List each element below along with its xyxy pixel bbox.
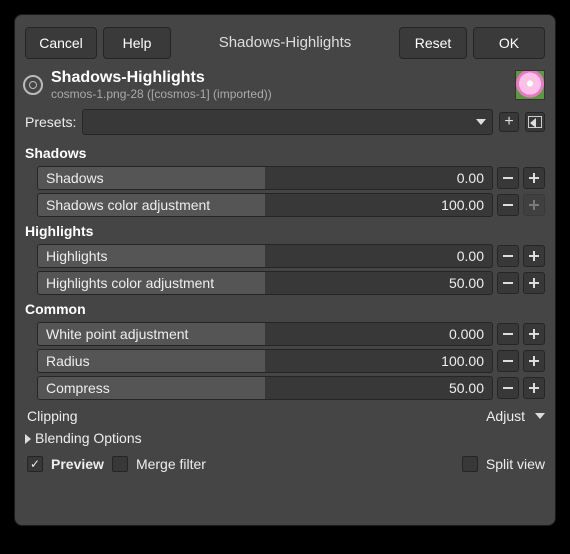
button-bar: Cancel Help Shadows-Highlights Reset OK bbox=[15, 15, 555, 69]
add-preset-button[interactable]: + bbox=[499, 112, 519, 132]
image-thumbnail bbox=[515, 70, 545, 100]
cancel-button[interactable]: Cancel bbox=[25, 27, 97, 59]
compress-slider[interactable]: Compress 50.00 bbox=[37, 376, 493, 400]
shadows-color-slider-label: Shadows color adjustment bbox=[46, 197, 210, 213]
plus-icon bbox=[528, 277, 540, 289]
clipping-label: Clipping bbox=[27, 408, 480, 424]
shadows-slider-label: Shadows bbox=[46, 170, 104, 186]
preview-checkbox[interactable] bbox=[27, 456, 43, 472]
minus-icon bbox=[502, 328, 514, 340]
shadows-color-increment bbox=[523, 194, 545, 216]
highlights-color-slider-label: Highlights color adjustment bbox=[46, 275, 214, 291]
compress-row: Compress 50.00 bbox=[15, 375, 555, 402]
compress-decrement[interactable] bbox=[497, 377, 519, 399]
shadows-slider-value: 0.00 bbox=[457, 170, 484, 186]
plus-icon bbox=[528, 328, 540, 340]
compress-slider-value: 50.00 bbox=[449, 380, 484, 396]
radius-row: Radius 100.00 bbox=[15, 348, 555, 375]
shadows-slider[interactable]: Shadows 0.00 bbox=[37, 166, 493, 190]
chevron-down-icon[interactable] bbox=[535, 413, 545, 419]
plus-icon bbox=[528, 250, 540, 262]
dialog-title-button: Shadows-Highlights bbox=[177, 27, 393, 59]
merge-filter-checkbox[interactable] bbox=[112, 456, 128, 472]
plus-icon bbox=[528, 199, 540, 211]
chevron-right-icon bbox=[25, 434, 31, 444]
highlights-row: Highlights 0.00 bbox=[15, 243, 555, 270]
compress-slider-label: Compress bbox=[46, 380, 110, 396]
shadows-decrement[interactable] bbox=[497, 167, 519, 189]
blending-label: Blending Options bbox=[35, 430, 142, 446]
preview-label: Preview bbox=[51, 456, 104, 472]
highlights-color-slider-value: 50.00 bbox=[449, 275, 484, 291]
shadows-highlights-dialog: Cancel Help Shadows-Highlights Reset OK … bbox=[14, 14, 556, 526]
presets-row: Presets: + bbox=[15, 107, 555, 141]
header-title: Shadows-Highlights bbox=[51, 69, 272, 87]
white-point-increment[interactable] bbox=[523, 323, 545, 345]
highlights-color-slider[interactable]: Highlights color adjustment 50.00 bbox=[37, 271, 493, 295]
radius-slider[interactable]: Radius 100.00 bbox=[37, 349, 493, 373]
clipping-value[interactable]: Adjust bbox=[486, 408, 525, 424]
split-view-label: Split view bbox=[486, 456, 545, 472]
plus-icon: + bbox=[504, 114, 513, 130]
highlights-color-decrement[interactable] bbox=[497, 272, 519, 294]
shadows-row: Shadows 0.00 bbox=[15, 165, 555, 192]
white-point-slider[interactable]: White point adjustment 0.000 bbox=[37, 322, 493, 346]
shadows-color-slider[interactable]: Shadows color adjustment 100.00 bbox=[37, 193, 493, 217]
shadows-section-label: Shadows bbox=[15, 141, 555, 165]
white-point-slider-label: White point adjustment bbox=[46, 326, 188, 342]
help-button[interactable]: Help bbox=[103, 27, 171, 59]
shadows-color-row: Shadows color adjustment 100.00 bbox=[15, 192, 555, 219]
minus-icon bbox=[502, 172, 514, 184]
highlights-section-label: Highlights bbox=[15, 219, 555, 243]
highlights-color-row: Highlights color adjustment 50.00 bbox=[15, 270, 555, 297]
compress-increment[interactable] bbox=[523, 377, 545, 399]
blending-options-toggle[interactable]: Blending Options bbox=[15, 426, 555, 450]
radius-slider-value: 100.00 bbox=[441, 353, 484, 369]
highlights-color-increment[interactable] bbox=[523, 272, 545, 294]
plus-icon bbox=[528, 172, 540, 184]
presets-combo[interactable] bbox=[82, 109, 493, 135]
manage-presets-button[interactable] bbox=[525, 112, 545, 132]
chevron-down-icon bbox=[476, 119, 486, 125]
presets-label: Presets: bbox=[25, 114, 76, 130]
shadows-color-slider-value: 100.00 bbox=[441, 197, 484, 213]
white-point-decrement[interactable] bbox=[497, 323, 519, 345]
highlights-slider-label: Highlights bbox=[46, 248, 107, 264]
radius-decrement[interactable] bbox=[497, 350, 519, 372]
ok-button[interactable]: OK bbox=[473, 27, 545, 59]
common-section-label: Common bbox=[15, 297, 555, 321]
highlights-slider[interactable]: Highlights 0.00 bbox=[37, 244, 493, 268]
shadows-increment[interactable] bbox=[523, 167, 545, 189]
minus-icon bbox=[502, 199, 514, 211]
shadows-color-decrement[interactable] bbox=[497, 194, 519, 216]
minus-icon bbox=[502, 250, 514, 262]
plus-icon bbox=[528, 382, 540, 394]
highlights-slider-value: 0.00 bbox=[457, 248, 484, 264]
minus-icon bbox=[502, 277, 514, 289]
minus-icon bbox=[502, 355, 514, 367]
white-point-slider-value: 0.000 bbox=[449, 326, 484, 342]
plus-icon bbox=[528, 355, 540, 367]
reset-button[interactable]: Reset bbox=[399, 27, 467, 59]
clipping-row: Clipping Adjust bbox=[15, 402, 555, 426]
dialog-header: Shadows-Highlights cosmos-1.png-28 ([cos… bbox=[15, 69, 555, 107]
header-subtitle: cosmos-1.png-28 ([cosmos-1] (imported)) bbox=[51, 87, 272, 101]
radius-increment[interactable] bbox=[523, 350, 545, 372]
footer-row: Preview Merge filter Split view bbox=[15, 450, 555, 482]
manage-icon bbox=[528, 116, 542, 128]
highlights-decrement[interactable] bbox=[497, 245, 519, 267]
minus-icon bbox=[502, 382, 514, 394]
split-view-checkbox[interactable] bbox=[462, 456, 478, 472]
merge-filter-label: Merge filter bbox=[136, 456, 206, 472]
radius-slider-label: Radius bbox=[46, 353, 90, 369]
white-point-row: White point adjustment 0.000 bbox=[15, 321, 555, 348]
filter-icon bbox=[23, 75, 43, 95]
highlights-increment[interactable] bbox=[523, 245, 545, 267]
